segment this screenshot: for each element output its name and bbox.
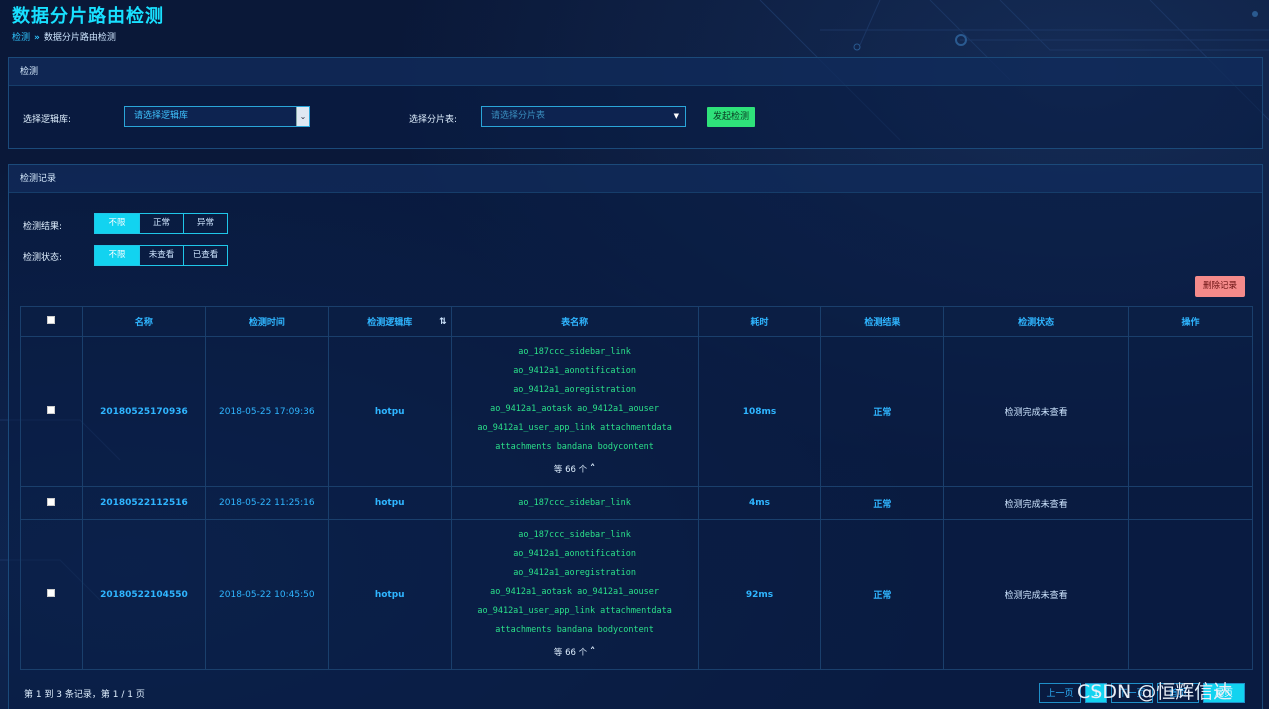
table-name: ao_9412a1_aotask ao_9412a1_aouser [490,587,660,597]
shard-table-select-value: 请选择分片表 [491,111,546,121]
status-filter-unviewed[interactable]: 未查看 [139,246,183,265]
table-name: ao_9412a1_aonotification [513,366,637,376]
col-duration: 耗时 [697,306,822,337]
row-checkbox[interactable] [47,406,56,414]
row-tables: ao_187ccc_sidebar_link ao_9412a1_aonotif… [450,336,699,487]
result-filter-abnormal[interactable]: 异常 [183,214,227,233]
records-panel-heading: 检测记录 [9,165,1262,193]
table-row: 20180522104550 2018-05-22 10:45:50 hotpu… [20,519,1253,670]
page-title: 数据分片路由检测 [12,6,164,27]
row-status: 检测完成未查看 [943,336,1130,487]
breadcrumb: 检测 » 数据分片路由检测 [12,30,116,43]
row-lib: hotpu [327,519,452,670]
logic-db-select[interactable]: 请选择逻辑库 ⌄ [124,106,310,127]
start-detect-button[interactable]: 发起检测 [707,107,755,127]
row-tables: ao_187ccc_sidebar_link ao_9412a1_aonotif… [450,519,699,670]
row-checkbox[interactable] [47,589,56,597]
row-checkbox[interactable] [47,497,56,506]
row-status: 检测完成未查看 [943,486,1130,520]
collapse-up-icon[interactable]: ˄ [590,462,596,475]
col-tables: 表名称 [450,306,699,337]
detect-panel: 检测 选择逻辑库: 请选择逻辑库 ⌄ 选择分片表: 请选择分片表 ▼ 发起检测 [8,57,1263,149]
prev-page-button[interactable]: 上一页 [1039,683,1081,703]
table-name: ao_187ccc_sidebar_link [518,497,631,508]
records-table: 名称 检测时间 检测逻辑库 ⇅ 表名称 耗时 检测结果 检测状态 操作 20180… [20,306,1253,670]
table-select-label: 选择分片表: [409,115,458,125]
result-filter-label: 检测结果: [23,222,63,232]
records-panel: 检测记录 检测结果: 不限 正常 异常 检测状态: 不限 未查看 已查看 删除记… [8,164,1263,709]
result-filter: 不限 正常 异常 [94,213,228,234]
col-lib-label: 检测逻辑库 [367,318,413,328]
status-filter: 不限 未查看 已查看 [94,245,228,266]
table-name: attachments bandana bodycontent [495,625,654,635]
row-duration: 4ms [697,486,822,520]
row-time: 2018-05-22 11:25:16 [204,486,329,520]
row-checkbox-cell[interactable] [20,336,83,487]
sort-icon[interactable]: ⇅ [439,317,447,327]
table-name: ao_9412a1_aotask ao_9412a1_aouser [490,404,660,414]
col-result: 检测结果 [820,306,945,337]
status-filter-label: 检测状态: [23,253,63,263]
breadcrumb-item-current: 数据分片路由检测 [43,33,116,43]
row-tables: ao_187ccc_sidebar_link [450,486,699,520]
more-count: 等 66 个 [553,465,588,475]
caret-down-icon: ▼ [673,112,679,120]
col-actions: 操作 [1128,306,1253,337]
breadcrumb-item-detect[interactable]: 检测 [12,33,30,43]
breadcrumb-separator: » [34,33,40,43]
row-result: 正常 [820,336,945,487]
row-time: 2018-05-25 17:09:36 [204,336,329,487]
table-name: ao_9412a1_aoregistration [513,568,637,578]
row-status: 检测完成未查看 [943,519,1130,670]
row-name: 20180525170936 [81,336,206,487]
more-count: 等 66 个 [553,648,588,658]
row-duration: 92ms [697,519,822,670]
table-name: ao_9412a1_aonotification [513,549,637,559]
pagination-summary: 第 1 到 3 条记录，第 1 / 1 页 [24,690,145,700]
col-status: 检测状态 [943,306,1130,337]
watermark: CSDN @恒辉信达 [1077,681,1233,703]
table-row: 20180525170936 2018-05-25 17:09:36 hotpu… [20,336,1253,487]
table-name: ao_9412a1_user_app_link attachmentdata [477,423,672,433]
table-name: ao_9412a1_aoregistration [513,385,637,395]
row-checkbox-cell[interactable] [20,486,83,520]
logic-db-select-value: 请选择逻辑库 [134,111,189,121]
status-filter-viewed[interactable]: 已查看 [183,246,227,265]
row-lib: hotpu [327,336,452,487]
table-name: attachments bandana bodycontent [495,442,654,452]
shard-table-select[interactable]: 请选择分片表 ▼ [481,106,686,127]
result-filter-normal[interactable]: 正常 [139,214,183,233]
row-result: 正常 [820,486,945,520]
select-all-checkbox[interactable] [47,316,56,324]
select-all-header[interactable] [20,306,83,337]
collapse-up-icon[interactable]: ˄ [590,645,596,658]
col-name: 名称 [81,306,206,337]
result-filter-all[interactable]: 不限 [95,214,139,233]
col-time: 检测时间 [204,306,329,337]
table-name: ao_187ccc_sidebar_link [518,530,631,540]
table-name: ao_187ccc_sidebar_link [518,347,631,357]
row-name: 20180522112516 [81,486,206,520]
more-tables-toggle[interactable]: 等 66 个 ˄ [452,459,698,480]
row-duration: 108ms [697,336,822,487]
row-actions [1128,519,1253,670]
delete-records-button[interactable]: 删除记录 [1195,276,1245,297]
row-time: 2018-05-22 10:45:50 [204,519,329,670]
row-checkbox-cell[interactable] [20,519,83,670]
table-row: 20180522112516 2018-05-22 11:25:16 hotpu… [20,486,1253,520]
row-result: 正常 [820,519,945,670]
col-lib[interactable]: 检测逻辑库 ⇅ [327,306,452,337]
row-actions [1128,486,1253,520]
chevron-down-icon[interactable]: ⌄ [296,107,309,126]
more-tables-toggle[interactable]: 等 66 个 ˄ [452,642,698,663]
table-name: ao_9412a1_user_app_link attachmentdata [477,606,672,616]
row-actions [1128,336,1253,487]
row-name: 20180522104550 [81,519,206,670]
db-select-label: 选择逻辑库: [23,115,72,125]
detect-panel-heading: 检测 [9,58,1262,86]
row-lib: hotpu [327,486,452,520]
table-header-row: 名称 检测时间 检测逻辑库 ⇅ 表名称 耗时 检测结果 检测状态 操作 [20,306,1253,337]
status-filter-all[interactable]: 不限 [95,246,139,265]
